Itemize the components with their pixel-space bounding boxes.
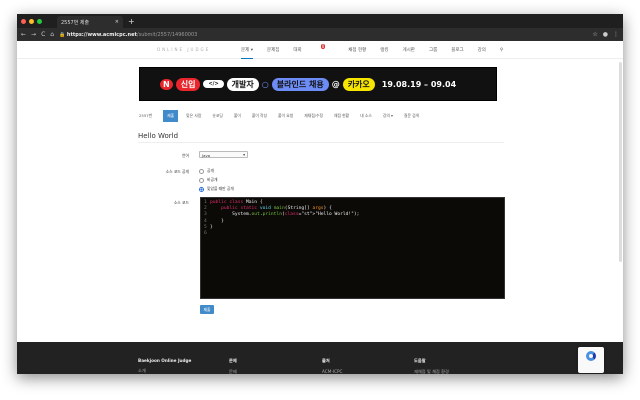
problem-subnav: 2557번 제출 맞은 사람 숏코딩 풀이 풀이 작성 풀이 요청 재채점/수정… xyxy=(139,109,430,122)
close-window-icon[interactable] xyxy=(21,18,26,24)
visibility-label: 소스 코드 공개 xyxy=(165,169,189,174)
site-logo[interactable]: ONLINE JUDGE xyxy=(157,47,210,52)
address-bar-row: ← → C ⌂ 🔒 https://www.acmicpc.net/submit/25… xyxy=(17,28,623,41)
home-icon[interactable]: ⌂ xyxy=(50,31,54,38)
page-title: Hello World xyxy=(138,132,179,140)
main-nav: 문제 ▾ 문제집 대회0 채점 현황 랭킹 게시판 그룹 블로그 강의 ⚲ xyxy=(241,41,517,59)
radio-public[interactable]: 공개 xyxy=(199,168,214,174)
recaptcha-icon xyxy=(586,351,596,361)
language-select[interactable]: Java ▾ xyxy=(199,151,248,158)
menu-icon[interactable]: ⋮ xyxy=(613,31,619,38)
site-header: ONLINE JUDGE 문제 ▾ 문제집 대회0 채점 현황 랭킹 게시판 그… xyxy=(17,41,623,59)
footer-link[interactable]: 소개 xyxy=(138,368,146,373)
forward-icon[interactable]: → xyxy=(31,31,36,38)
nav-lecture[interactable]: 강의 xyxy=(478,47,486,53)
subnav-problem[interactable]: 2557번 xyxy=(139,113,152,119)
subnav-rejudge[interactable]: 재채점/수정 xyxy=(304,113,323,119)
footer-link[interactable]: 문제 xyxy=(229,369,237,374)
chevron-down-icon: ▾ xyxy=(243,152,245,157)
nav-status[interactable]: 채점 현황 xyxy=(348,47,366,53)
footer-link[interactable]: 재채점 및 채점 환경 xyxy=(414,369,449,374)
nav-contest[interactable]: 대회0 xyxy=(293,44,334,53)
code-line: 6 xyxy=(204,231,207,237)
nav-workbook[interactable]: 문제집 xyxy=(267,47,279,53)
nav-problems[interactable]: 문제 ▾ xyxy=(241,47,253,59)
nav-board[interactable]: 게시판 xyxy=(403,47,415,53)
submit-button[interactable]: 제출 xyxy=(200,305,214,314)
tab-close-icon[interactable]: × xyxy=(115,19,119,25)
browser-tab[interactable]: 2557번 제출 × xyxy=(57,16,123,28)
language-label: 언어 xyxy=(182,153,189,158)
radio-public-if-correct[interactable]: 맞았을 때만 공개 xyxy=(199,186,234,192)
minimize-icon[interactable] xyxy=(29,18,34,24)
back-icon[interactable]: ← xyxy=(21,31,26,38)
subnav-write[interactable]: 풀이 작성 xyxy=(252,113,267,119)
maximize-icon[interactable] xyxy=(37,18,42,24)
bookmark-star-icon[interactable]: ☆ xyxy=(592,31,597,38)
subnav-lecture[interactable]: 강의 ▾ xyxy=(383,113,393,119)
subnav-qna[interactable]: 질문 검색 xyxy=(404,113,419,119)
subnav-solution[interactable]: 풀이 xyxy=(234,113,241,119)
profile-icon[interactable]: ● xyxy=(603,31,608,38)
contest-badge: 0 xyxy=(320,44,326,49)
divider xyxy=(138,142,504,143)
footer: Baekjoon Online Judge 소개 문제 문제 출처 ACM-ICPC … xyxy=(17,342,623,374)
subnav-solvers[interactable]: 맞은 사람 xyxy=(186,113,201,119)
subnav-status[interactable]: 채점 현황 xyxy=(334,113,349,119)
recaptcha-badge[interactable] xyxy=(578,347,604,373)
subnav-submit[interactable]: 제출 xyxy=(163,109,179,122)
tab-bar: 2557번 제출 × + xyxy=(17,14,623,28)
footer-link[interactable]: ACM-ICPC xyxy=(322,369,342,374)
subnav-my-source[interactable]: 내 소스 xyxy=(360,113,372,119)
url-input[interactable]: 🔒 https://www.acmicpc.net/submit/2557/14… xyxy=(59,32,587,38)
browser-window: 2557번 제출 × + ← → C ⌂ 🔒 https://www.acmicpc.n… xyxy=(17,14,623,374)
scrollbar[interactable] xyxy=(619,62,622,262)
nav-group[interactable]: 그룹 xyxy=(429,47,437,53)
source-label: 소스 코드 xyxy=(173,200,189,205)
search-icon[interactable]: ⚲ xyxy=(500,48,503,53)
nav-ranking[interactable]: 랭킹 xyxy=(380,47,388,53)
subnav-request[interactable]: 풀이 요청 xyxy=(278,113,293,119)
nav-blog[interactable]: 블로그 xyxy=(451,47,463,53)
reload-icon[interactable]: C xyxy=(41,31,45,38)
subnav-short[interactable]: 숏코딩 xyxy=(212,113,222,119)
magnifier-icon: ○ xyxy=(261,79,269,89)
radio-private[interactable]: 비공개 xyxy=(199,177,217,183)
new-tab-icon[interactable]: + xyxy=(128,17,135,26)
kakao-banner[interactable]: N 신입 </> 개발자 ○ 블라인드 채용 @ 카카오 19.08.19 – … xyxy=(139,67,497,101)
code-editor[interactable]: 1 public class Main { 2 public static voi… xyxy=(200,197,505,299)
